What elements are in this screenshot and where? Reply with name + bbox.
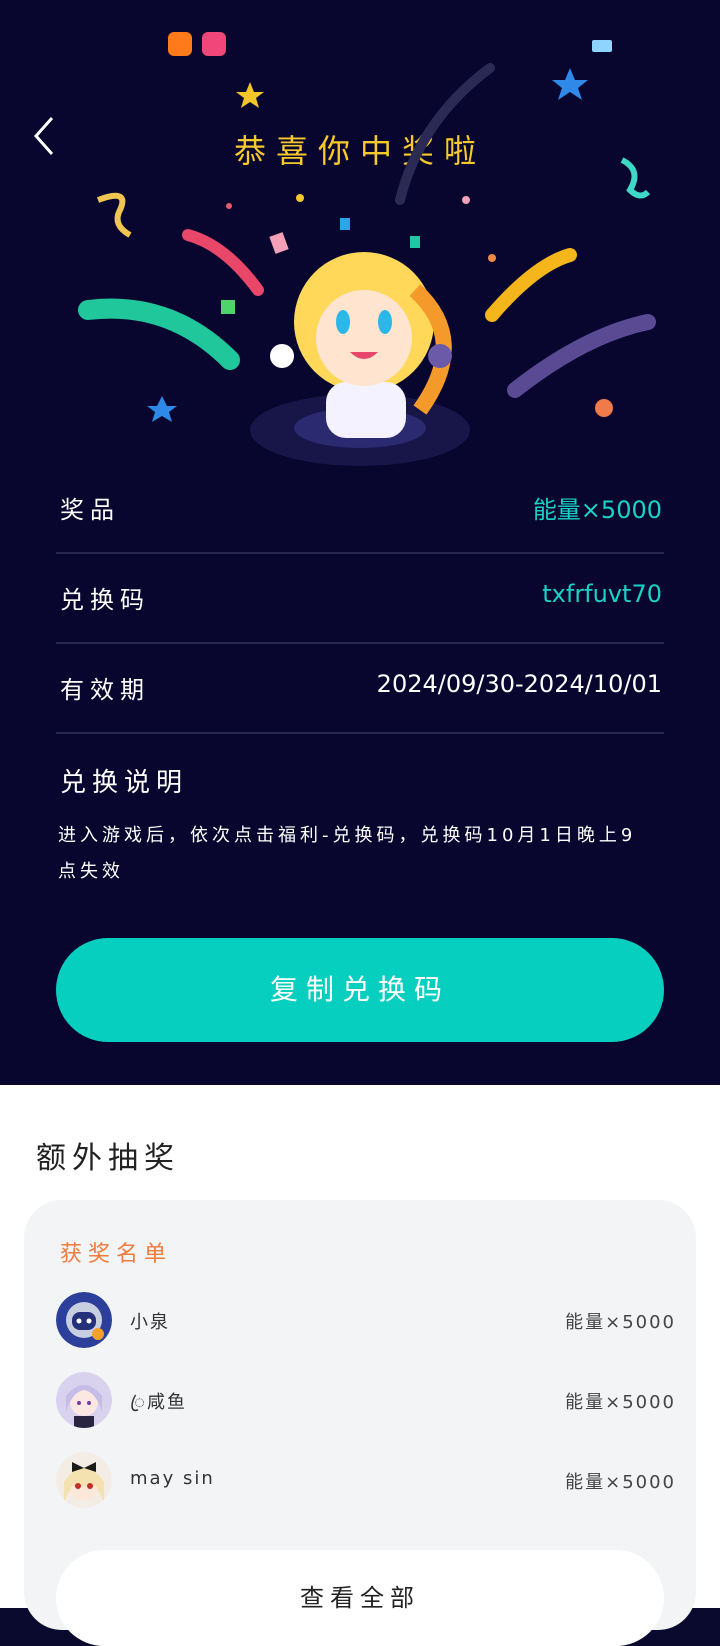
extra-lottery-title: 额外抽奖 (36, 1141, 180, 1176)
app-notification-icon (168, 32, 192, 56)
winner-name: 小泉 (130, 1312, 170, 1333)
prize-label: 奖品 (60, 496, 120, 524)
prize-panel: 恭喜你中奖啦 奖品 能量×5000 兑换码 txfrfuvt70 有效期 202… (0, 0, 720, 1085)
validity-row: 有效期 2024/09/30-2024/10/01 (56, 642, 664, 734)
app-notification-icon (202, 32, 226, 56)
avatar (56, 1372, 112, 1428)
description-text: 进入游戏后，依次点击福利-兑换码，兑换码10月1日晚上9点失效 (58, 825, 637, 882)
prize-row: 奖品 能量×5000 (56, 462, 664, 554)
validity-value: 2024/09/30-2024/10/01 (376, 670, 662, 698)
winner-prize: 能量×5000 (565, 1472, 676, 1493)
winners-card: 获奖名单 小泉 能量×5000 ꦿ咸鱼 能量×5000 may sin 能量×5… (24, 1200, 696, 1646)
validity-label: 有效期 (60, 676, 150, 704)
description-title: 兑换说明 (60, 768, 189, 798)
winner-prize: 能量×5000 (565, 1392, 676, 1413)
code-value[interactable]: txfrfuvt70 (542, 580, 662, 608)
celebration-illustration (78, 63, 656, 466)
code-row: 兑换码 txfrfuvt70 (56, 552, 664, 644)
copy-code-button[interactable]: 复制兑换码 (56, 938, 664, 1042)
winner-row: may sin 能量×5000 (56, 1452, 676, 1512)
winner-row: ꦿ咸鱼 能量×5000 (56, 1372, 676, 1432)
winner-row: 小泉 能量×5000 (56, 1292, 676, 1352)
prize-value: 能量×5000 (532, 496, 662, 524)
battery-icon (592, 40, 612, 52)
avatar (56, 1292, 112, 1348)
winner-name: may sin (130, 1468, 215, 1489)
code-label: 兑换码 (60, 586, 150, 614)
winners-title: 获奖名单 (60, 1242, 173, 1267)
winner-prize: 能量×5000 (565, 1312, 676, 1333)
view-all-button[interactable]: 查看全部 (56, 1550, 664, 1646)
avatar (56, 1452, 112, 1508)
extra-lottery-section: 额外抽奖 获奖名单 小泉 能量×5000 ꦿ咸鱼 能量×5000 may sin… (0, 1085, 720, 1646)
winner-name: ꦿ咸鱼 (130, 1392, 187, 1413)
